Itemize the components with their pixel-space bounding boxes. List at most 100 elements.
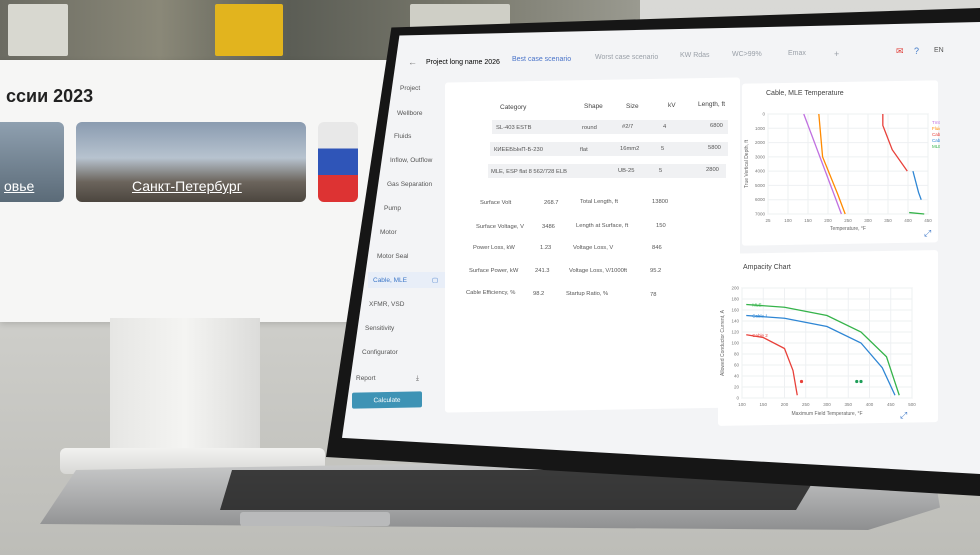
legend-entry: Fluid (932, 126, 940, 131)
nav-gas-separation[interactable]: Gas Separation (387, 181, 432, 188)
nav-cable-mle[interactable]: Cable, MLE (373, 277, 407, 284)
temperature-chart: 25 100 150 200 250 300 350 400 450 0 1000 2000 3000 4… (744, 112, 940, 233)
tab-wc[interactable]: WC>99% (732, 51, 762, 58)
row-category[interactable]: SL-403 ESTB (496, 125, 531, 131)
y-tick-label: 3000 (755, 154, 766, 159)
row-kv[interactable]: 4 (663, 124, 666, 130)
report-label[interactable]: Report (356, 375, 376, 382)
laptop-trackpad (240, 512, 390, 526)
data-point (855, 379, 859, 384)
row-shape[interactable]: flat (580, 147, 588, 153)
add-tab-button[interactable]: + (834, 49, 839, 59)
row-size[interactable]: 16mm2 (620, 146, 639, 152)
result-label: Voltage Loss, V (573, 245, 614, 251)
tab-best-case[interactable]: Best case scenario (512, 56, 571, 63)
data-point (859, 379, 863, 384)
x-tick-label: 300 (823, 402, 831, 407)
row-length[interactable]: 5800 (708, 145, 721, 151)
result-value: 1.23 (540, 245, 552, 251)
x-tick-label: 150 (804, 218, 812, 223)
monitor-stand (110, 318, 260, 458)
col-header-kv: kV (668, 102, 676, 109)
language-select[interactable]: EN (934, 47, 944, 54)
col-header-size: Size (626, 103, 639, 110)
nav-configurator[interactable]: Configurator (362, 349, 398, 356)
result-label: Cable Efficiency, % (466, 290, 516, 296)
y-tick-label: 2000 (755, 140, 766, 145)
x-axis-label: Temperature, °F (830, 226, 866, 232)
nav-fluids[interactable]: Fluids (394, 133, 411, 140)
row-size[interactable]: #2/7 (622, 124, 633, 130)
row-kv[interactable]: 5 (661, 146, 664, 152)
y-tick-label: 180 (731, 297, 739, 302)
row-category[interactable]: КИЕЕБЫнП-Б-230 (494, 147, 543, 153)
result-value: 13800 (652, 199, 669, 205)
y-tick-label: 160 (731, 308, 739, 313)
mail-icon[interactable]: ✉ (896, 46, 904, 57)
tab-bar: ← Project long name 2026 Best case scena… (400, 46, 980, 67)
download-icon[interactable]: ⤓ (416, 375, 419, 383)
tab-worst-case[interactable]: Worst case scenario (595, 54, 658, 61)
result-value: 78 (650, 292, 657, 298)
help-icon[interactable]: ? (914, 46, 919, 56)
result-value: 241.3 (535, 268, 550, 274)
result-value: 98.2 (533, 291, 545, 297)
photo-element (215, 4, 283, 56)
edit-icon[interactable]: ▢ (432, 276, 438, 284)
result-label: Surface Voltage, V (476, 224, 525, 230)
row-kv[interactable]: 5 (659, 168, 662, 174)
tab-kw-rdas[interactable]: KW Rdas (680, 52, 710, 59)
legend-entry: Tmt (932, 120, 940, 125)
series-label: MLE (752, 303, 761, 308)
photo-element (8, 4, 68, 56)
row-category[interactable]: MLE, ESP flat 8 562/728 ELB (491, 169, 567, 175)
series-line-cable-1 (746, 314, 896, 396)
ampacity-chart: 100 150 200 250 300 350 400 450 500 0 20 40 60 80 100 1… (720, 286, 916, 418)
x-tick-label: 100 (738, 402, 746, 407)
x-tick-label: 150 (759, 402, 767, 407)
y-tick-label: 0 (736, 396, 739, 401)
row-shape[interactable]: round (582, 125, 597, 131)
tab-project[interactable]: Project long name 2026 (426, 59, 500, 66)
x-tick-label: 400 (904, 218, 912, 223)
calculate-button[interactable]: Calculate (352, 391, 422, 409)
city-tile-caption: овье (4, 178, 35, 194)
result-label: Surface Power, kW (469, 268, 519, 274)
row-size[interactable]: UB-25 (618, 168, 634, 174)
x-tick-label: 500 (908, 402, 916, 407)
row-length[interactable]: 6800 (710, 123, 723, 129)
nav-xfmr-vsd[interactable]: XFMR, VSD (369, 301, 404, 308)
nav-inflow-outflow[interactable]: Inflow, Outflow (390, 157, 432, 164)
nav-wellbore[interactable]: Wellbore (397, 110, 423, 117)
expand-icon[interactable]: ⤢ (924, 228, 931, 239)
city-tile[interactable]: Санкт-Петербург (76, 122, 306, 202)
result-value: 150 (656, 223, 666, 229)
result-value: 3486 (542, 224, 555, 230)
chart-title: Ampacity Chart (743, 264, 791, 271)
row-length[interactable]: 2800 (706, 167, 719, 173)
y-tick-label: 1000 (755, 126, 766, 131)
series-label: Cable 1 (752, 314, 768, 319)
y-tick-label: 200 (731, 286, 739, 291)
nav-motor[interactable]: Motor (380, 229, 397, 236)
chart-title: Cable, MLE Temperature (766, 90, 844, 97)
nav-project[interactable]: Project (400, 85, 420, 92)
y-tick-label: 80 (734, 352, 740, 357)
result-label: Voltage Loss, V/1000ft (569, 268, 628, 274)
col-header-length: Length, ft (698, 101, 726, 108)
expand-icon[interactable]: ⤢ (900, 410, 907, 421)
arrow-left-icon[interactable]: ← (408, 57, 417, 67)
tab-emax[interactable]: Emax (788, 50, 806, 57)
nav-sensitivity[interactable]: Sensitivity (365, 325, 394, 332)
x-tick-label: 250 (844, 218, 852, 223)
city-tile[interactable] (318, 122, 358, 202)
city-tile[interactable]: овье (0, 122, 64, 202)
y-tick-label: 100 (731, 341, 739, 346)
col-header-shape: Shape (584, 103, 603, 110)
nav-motor-seal[interactable]: Motor Seal (377, 253, 408, 260)
x-tick-label: 100 (784, 218, 792, 223)
y-tick-label: 40 (734, 374, 740, 379)
nav-pump[interactable]: Pump (384, 205, 401, 212)
y-axis-label: True Vertical Depth, ft (744, 139, 750, 188)
x-tick-label: 300 (864, 218, 872, 223)
